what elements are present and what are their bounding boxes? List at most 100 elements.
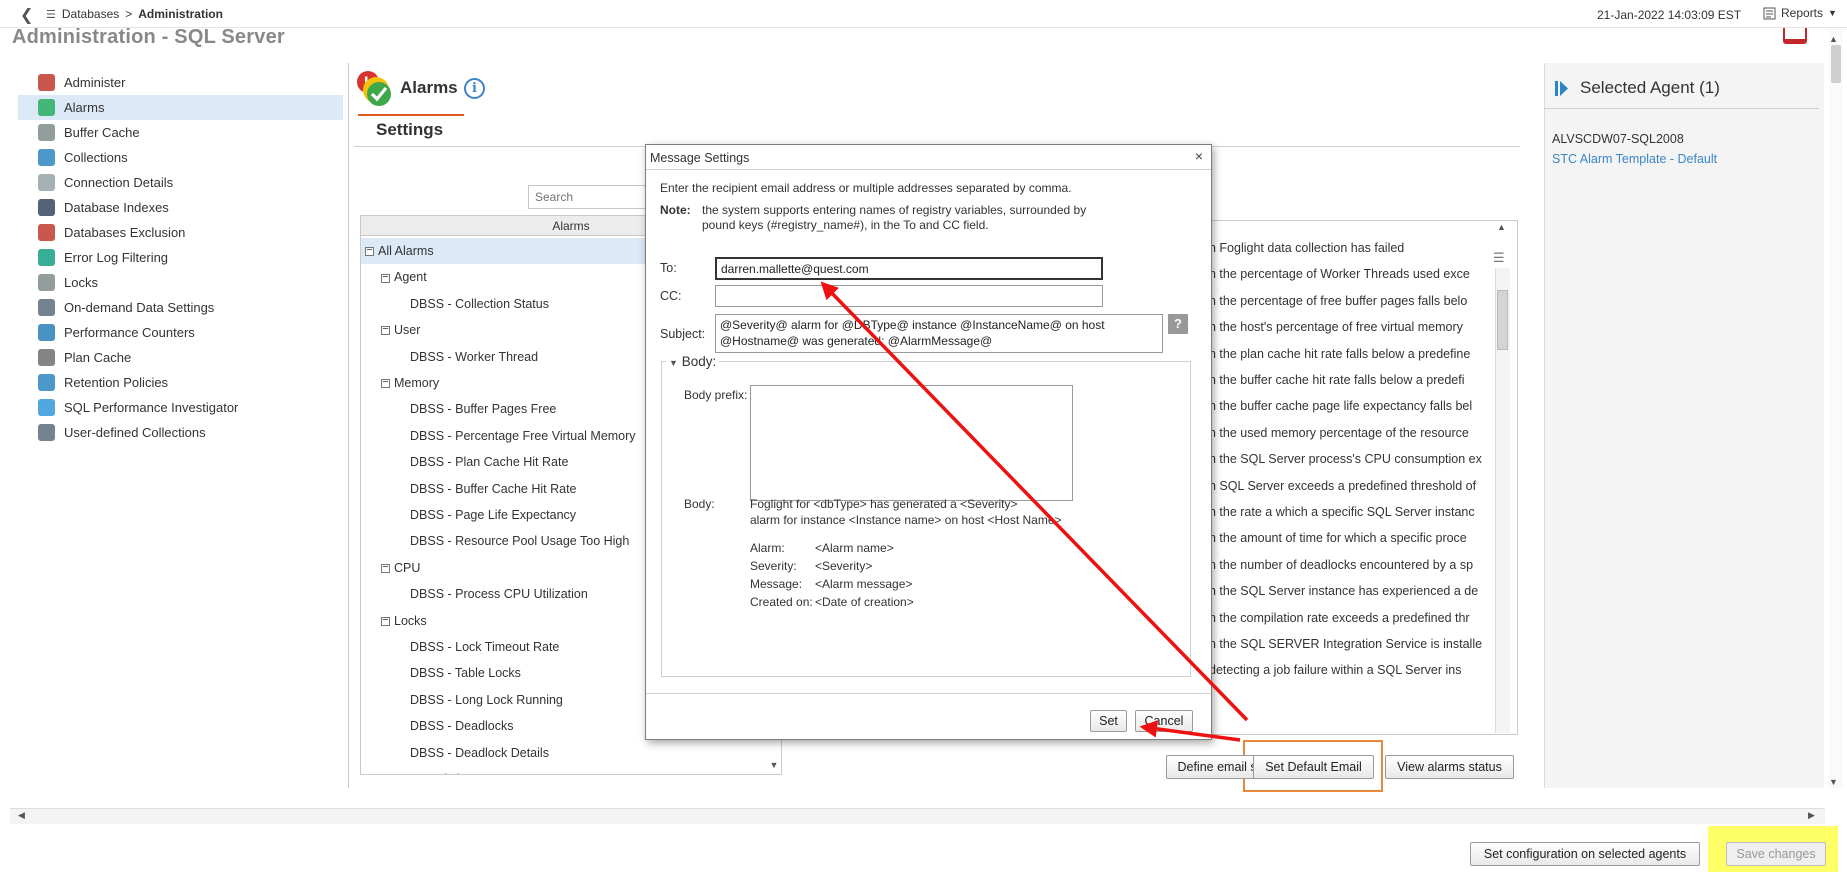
sidebar-item-administer[interactable]: Administer [18, 70, 343, 95]
to-email-field[interactable] [715, 257, 1103, 280]
alarm-tree-label: Locks [394, 613, 427, 628]
columns-icon[interactable]: ☰ [1493, 250, 1505, 266]
alarm-tree-label: User [394, 323, 421, 338]
sidebar-item-collections[interactable]: Collections [18, 145, 343, 170]
alarm-description: n the percentage of Worker Threads used … [1209, 267, 1470, 282]
collapse-toggle-icon[interactable]: − [381, 377, 390, 389]
alarm-tree-label: SQL Statistics [394, 772, 472, 774]
alarm-tree-group[interactable]: −SQL Statistics [361, 766, 781, 774]
cancel-button[interactable]: Cancel [1135, 710, 1193, 732]
reports-label: Reports [1781, 6, 1824, 20]
page-vertical-scrollbar[interactable] [1829, 28, 1843, 788]
alarm-tree-label: DBSS - Collection Status [410, 296, 549, 311]
page-horizontal-scrollbar[interactable] [10, 808, 1825, 824]
reports-button[interactable]: Reports ▼ [1763, 6, 1837, 20]
selected-agent-pane [1544, 63, 1824, 788]
alarm-description: n the SQL Server instance has experience… [1209, 584, 1479, 599]
subject-line1: @Severity@ alarm for @DBType@ instance @… [720, 318, 1105, 332]
body-legend: Body: [681, 354, 717, 369]
back-chevron-icon[interactable]: ❮ [20, 5, 33, 25]
sidebar-item-label: Alarms [64, 100, 105, 115]
page-vertical-scroll-thumb[interactable] [1831, 45, 1841, 83]
body-prefix-textarea[interactable] [750, 385, 1073, 501]
collapse-pane-icon[interactable] [1555, 80, 1569, 97]
scroll-down-icon[interactable]: ▼ [1829, 777, 1838, 787]
tab-settings[interactable]: Settings [376, 120, 443, 140]
alarm-tree-item[interactable]: DBSS - Deadlock Details [361, 740, 781, 766]
sidebar-item-locks[interactable]: Locks [18, 270, 343, 295]
alarm-description: n the percentage of free buffer pages fa… [1209, 293, 1468, 308]
alarm-tree-label: DBSS - Page Life Expectancy [410, 508, 577, 522]
alarm-description: n the used memory percentage of the reso… [1209, 425, 1469, 440]
set-default-email-button[interactable]: Set Default Email [1253, 755, 1374, 779]
alarm-tree-label: DBSS - Resource Pool Usage Too High [410, 534, 630, 549]
note-text-line2: pound keys (#registry_name#), in the To … [702, 218, 989, 232]
dialog-footer-divider [646, 693, 1211, 694]
agent-name[interactable]: ALVSCDW07-SQL2008 [1552, 132, 1684, 146]
sidebar-item-label: Databases Exclusion [64, 225, 186, 240]
user-defined-collections-icon [38, 424, 55, 441]
agent-template-link[interactable]: STC Alarm Template - Default [1552, 152, 1717, 166]
breadcrumb-databases[interactable]: Databases [62, 7, 119, 21]
on-demand-data-settings-icon [38, 299, 55, 316]
dialog-intro-text: Enter the recipient email address or mul… [660, 181, 1072, 195]
alarm-tree-label: DBSS - Buffer Cache Hit Rate [410, 481, 577, 496]
alarms-title: Alarms [400, 78, 458, 97]
sidebar-item-sql-performance-investigator[interactable]: SQL Performance Investigator [18, 395, 343, 420]
buffer-cache-icon [38, 124, 55, 141]
alarm-tree-label: Agent [394, 270, 427, 285]
collapse-toggle-icon[interactable]: − [381, 562, 390, 573]
scroll-up-icon[interactable]: ▲ [1829, 34, 1838, 44]
sidebar-item-alarms[interactable]: Alarms [18, 95, 343, 120]
sidebar-item-performance-counters[interactable]: Performance Counters [18, 320, 343, 345]
alarm-tree-label: CPU [394, 560, 421, 575]
view-alarms-status-button[interactable]: View alarms status [1385, 755, 1514, 779]
collapse-toggle-icon[interactable]: − [381, 271, 390, 283]
dialog-title: Message Settings [650, 151, 750, 165]
descriptions-scroll-thumb[interactable] [1497, 290, 1508, 350]
collapse-toggle-icon[interactable]: − [381, 614, 390, 626]
alarm-description: n the compilation rate exceeds a predefi… [1209, 610, 1470, 625]
scroll-right-icon[interactable]: ▶ [1808, 810, 1815, 821]
body-field-key: Message: [750, 577, 803, 591]
cc-email-field[interactable] [715, 285, 1103, 307]
to-label: To: [660, 261, 677, 275]
sidebar-item-buffer-cache[interactable]: Buffer Cache [18, 120, 343, 145]
alarm-description: n the buffer cache page life expectancy … [1209, 399, 1473, 414]
sidebar-item-on-demand-data-settings[interactable]: On-demand Data Settings [18, 295, 343, 320]
scroll-left-icon[interactable]: ◀ [18, 810, 25, 821]
alarm-tree-label: DBSS - Lock Timeout Rate [410, 640, 560, 654]
close-icon[interactable]: × [1191, 148, 1207, 164]
sidebar-item-databases-exclusion[interactable]: Databases Exclusion [18, 220, 343, 245]
sidebar-item-retention-policies[interactable]: Retention Policies [18, 370, 343, 395]
help-button[interactable]: ? [1168, 314, 1188, 334]
collapse-toggle-icon[interactable]: − [381, 324, 390, 336]
sidebar-item-database-indexes[interactable]: Database Indexes [18, 195, 343, 220]
tree-scroll-down-icon[interactable]: ▼ [767, 756, 781, 774]
breadcrumb-separator: > [125, 7, 133, 21]
alarm-tree-label: DBSS - Percentage Free Virtual Memory [410, 428, 636, 443]
set-configuration-button[interactable]: Set configuration on selected agents [1470, 842, 1700, 866]
collapse-toggle-icon[interactable]: − [365, 245, 374, 257]
nav-divider [348, 63, 349, 788]
collapse-up-icon[interactable]: ▲ [1497, 222, 1506, 232]
collapse-triangle-icon: ▼ [669, 358, 678, 368]
sql-performance-investigator-icon [38, 399, 55, 416]
subject-field[interactable]: @Severity@ alarm for @DBType@ instance @… [715, 314, 1163, 353]
alarm-description: n the SQL Server process's CPU consumpti… [1209, 452, 1482, 467]
body-section-toggle[interactable]: ▼ Body: [666, 354, 720, 369]
sidebar-item-label: Error Log Filtering [64, 250, 169, 265]
body-text-line2: alarm for instance <Instance name> on ho… [750, 513, 1062, 527]
sidebar-item-user-defined-collections[interactable]: User-defined Collections [18, 420, 343, 445]
set-button[interactable]: Set [1090, 710, 1127, 732]
alarm-indicator-icon[interactable] [1783, 28, 1807, 44]
search-input[interactable] [528, 185, 658, 209]
save-changes-button[interactable]: Save changes [1726, 842, 1826, 866]
info-icon[interactable]: i [464, 78, 485, 99]
agent-divider [1544, 108, 1819, 109]
top-bar [0, 0, 1847, 28]
sidebar-item-connection-details[interactable]: Connection Details [18, 170, 343, 195]
sidebar-item-error-log-filtering[interactable]: Error Log Filtering [18, 245, 343, 270]
sidebar-item-plan-cache[interactable]: Plan Cache [18, 345, 343, 370]
alarm-description: n SQL Server exceeds a predefined thresh… [1209, 478, 1477, 493]
